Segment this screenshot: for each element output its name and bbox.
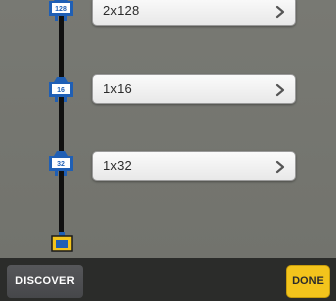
- splitter-row-label: 2x128: [103, 3, 140, 18]
- splitter-icon: 128: [45, 0, 77, 22]
- splitter-row-label: 1x16: [103, 81, 132, 96]
- splitter-row-label: 1x32: [103, 158, 132, 173]
- done-button[interactable]: DONE: [286, 265, 330, 298]
- chevron-right-icon: [275, 5, 285, 19]
- chevron-right-icon: [275, 83, 285, 97]
- splitter-badge-text: 16: [57, 87, 65, 94]
- chevron-right-icon: [275, 160, 285, 174]
- splitter-row-1x32[interactable]: 1x32: [92, 151, 296, 181]
- discover-button[interactable]: DISCOVER: [7, 265, 83, 298]
- splitter-badge-text: 128: [55, 6, 67, 13]
- splitter-topology-screen: 128 2x128 16 1x16 32 1x32 DISCOVER DONE: [0, 0, 336, 301]
- splitter-icon: 32: [45, 147, 77, 177]
- splitter-row-1x16[interactable]: 1x16: [92, 74, 296, 104]
- onu-icon: [51, 232, 73, 252]
- splitter-icon: 16: [45, 73, 77, 103]
- splitter-badge-text: 32: [57, 161, 65, 168]
- splitter-row-2x128[interactable]: 2x128: [92, 0, 296, 26]
- fiber-cable-line: [59, 0, 64, 238]
- topology-area: 128 2x128 16 1x16 32 1x32: [0, 0, 336, 258]
